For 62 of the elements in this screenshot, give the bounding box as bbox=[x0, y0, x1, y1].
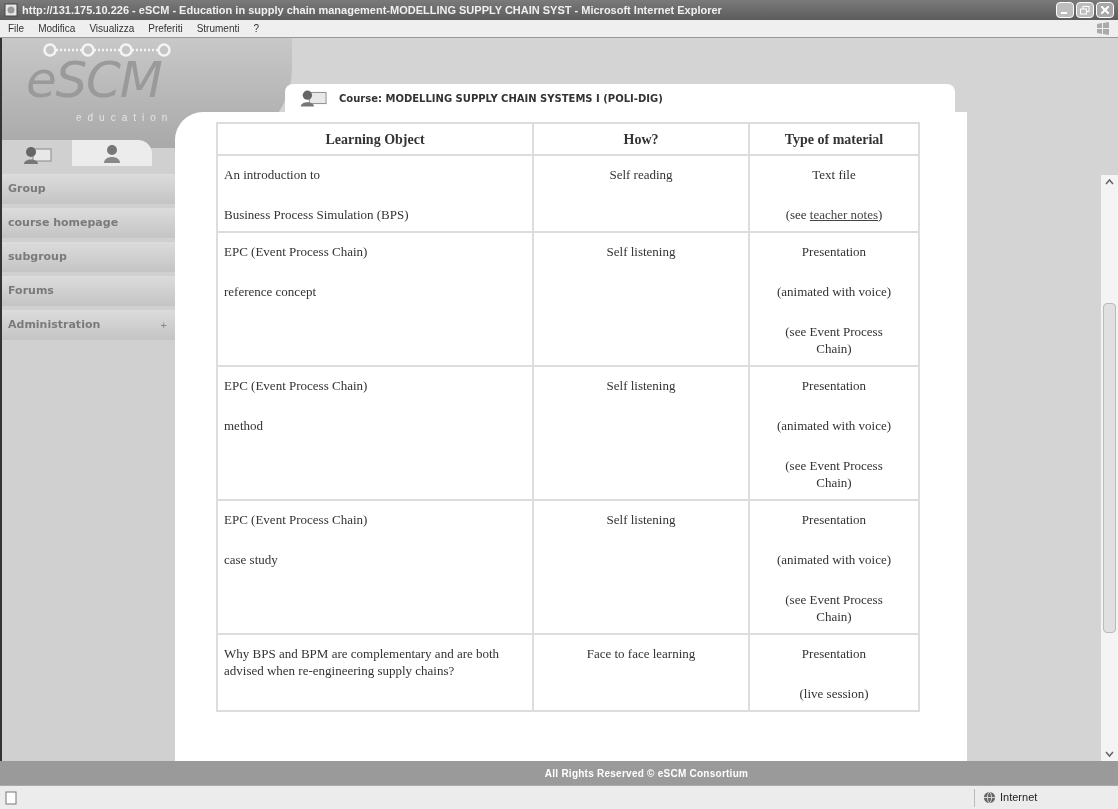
sidebar-item-label: Group bbox=[8, 180, 46, 197]
menu-item[interactable]: ? bbox=[253, 21, 260, 36]
table-cell-text: (see Event Process Chain) bbox=[784, 591, 884, 625]
table-cell-text: (see Event Process Chain) bbox=[784, 457, 884, 491]
page-icon bbox=[4, 790, 18, 805]
table-cell-text: Presentation bbox=[800, 377, 868, 394]
security-zone: Internet bbox=[1000, 790, 1038, 806]
menu-item[interactable]: Strumenti bbox=[196, 21, 240, 36]
menu-item[interactable]: Preferiti bbox=[148, 21, 183, 36]
table-cell-text: Self listening bbox=[605, 511, 677, 528]
sidebar-item-label: subgroup bbox=[8, 248, 67, 265]
table-cell-text: case study bbox=[224, 551, 279, 568]
table-cell-text: Presentation bbox=[800, 645, 868, 662]
table-cell-text: (see Event Process Chain) bbox=[784, 323, 884, 357]
course-title: Course: MODELLING SUPPLY CHAIN SYSTEMS I (POLI-DIG) bbox=[339, 91, 663, 106]
scrollbar[interactable] bbox=[1101, 175, 1118, 761]
table-cell-text: EPC (Event Process Chain) bbox=[224, 243, 369, 260]
globe-icon bbox=[983, 791, 996, 804]
table-cell-text: reference concept bbox=[224, 283, 317, 300]
close-button[interactable] bbox=[1096, 2, 1114, 18]
scroll-thumb[interactable] bbox=[1103, 303, 1116, 633]
table-cell-text: method bbox=[224, 417, 264, 434]
table-cell-text: An introduction to bbox=[224, 166, 322, 183]
table-cell-text: EPC (Event Process Chain) bbox=[224, 511, 369, 528]
table-cell-text: (animated with voice) bbox=[775, 283, 893, 300]
menu-item[interactable]: File bbox=[8, 21, 25, 36]
page-icon bbox=[4, 3, 18, 17]
table-cell-text: ) bbox=[878, 207, 883, 222]
restore-icon bbox=[1080, 5, 1090, 15]
user-icon bbox=[102, 143, 122, 163]
window-title: http://131.175.10.226 - eSCM - Education in supply chain management-MODELLING SUPPLY CHAIN SYST - Microsoft Internet Explorer bbox=[22, 2, 723, 18]
table-cell-text: Business Process Simulation (BPS) bbox=[224, 206, 410, 223]
table-cell-text: Presentation bbox=[800, 511, 868, 528]
table-cell-text: Presentation bbox=[800, 243, 868, 260]
user-card-icon bbox=[22, 145, 52, 165]
table-cell-text: Self listening bbox=[605, 243, 677, 260]
column-header: How? bbox=[533, 123, 749, 155]
table-cell-text: Self reading bbox=[608, 166, 674, 183]
menu-item[interactable]: Visualizza bbox=[89, 21, 135, 36]
close-icon bbox=[1101, 6, 1109, 14]
table-cell-text: (live session) bbox=[798, 685, 870, 702]
table-cell-text: (animated with voice) bbox=[775, 417, 893, 434]
minimize-button[interactable] bbox=[1056, 2, 1074, 18]
table-cell-text: Self listening bbox=[605, 377, 677, 394]
sidebar-item-label: course homepage bbox=[8, 214, 119, 231]
table-cell-text: Face to face learning bbox=[585, 645, 697, 662]
menu-item[interactable]: Modifica bbox=[38, 21, 76, 36]
user-card-icon bbox=[299, 88, 327, 108]
table-cell-text: (see bbox=[785, 207, 808, 222]
table-cell-text: EPC (Event Process Chain) bbox=[224, 377, 369, 394]
table-cell-text: (animated with voice) bbox=[775, 551, 893, 568]
sidebar-item-label: Forums bbox=[8, 282, 54, 299]
copyright-text: All Rights Reserved © eSCM Consortium bbox=[544, 766, 749, 781]
windows-logo-icon bbox=[1096, 21, 1110, 36]
sidebar-item-label: Administration bbox=[8, 316, 101, 333]
table-cell-text: Why BPS and BPM are complementary and are both advised when re-engineering supply chains? bbox=[224, 645, 501, 679]
teacher-notes-link[interactable]: teacher notes bbox=[809, 207, 879, 222]
column-header: Type of material bbox=[749, 123, 919, 155]
sidebar-tab[interactable] bbox=[72, 140, 152, 166]
maximize-button[interactable] bbox=[1076, 2, 1094, 18]
table-cell-text: Text file bbox=[811, 166, 857, 183]
column-header: Learning Object bbox=[217, 123, 533, 155]
